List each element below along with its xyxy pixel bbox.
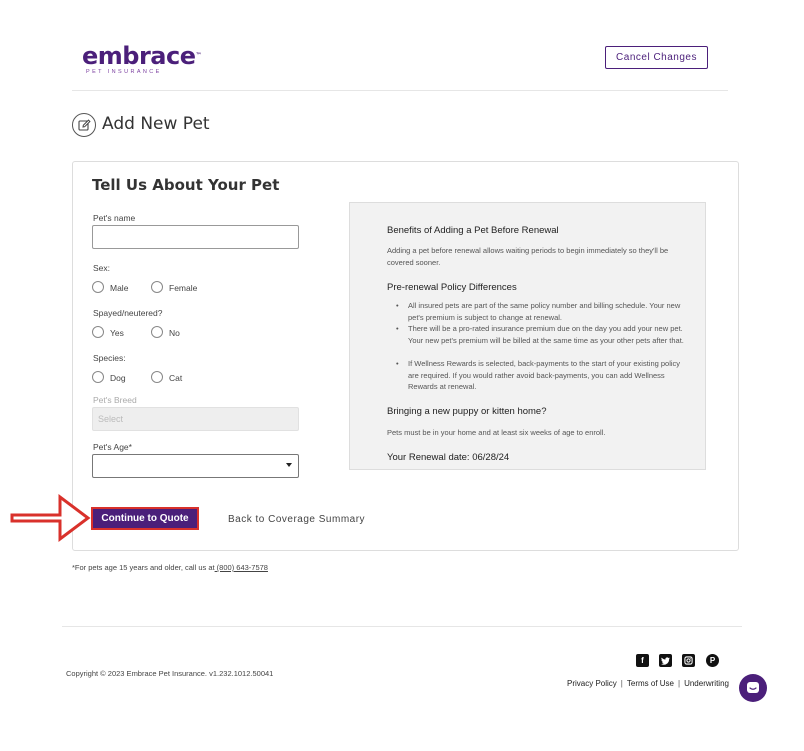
sex-female-radio[interactable]: [151, 281, 163, 293]
info-bullet: • There will be a pro-rated insurance pr…: [396, 323, 690, 346]
back-to-coverage-summary-link[interactable]: Back to Coverage Summary: [228, 514, 365, 525]
breed-label: Pet's Breed: [93, 395, 137, 405]
twitter-icon[interactable]: [659, 654, 672, 667]
edit-icon: [72, 113, 96, 137]
info-heading-differences: Pre-renewal Policy Differences: [387, 282, 517, 293]
copyright-text: Copyright © 2023 Embrace Pet Insurance. …: [66, 669, 274, 678]
header-divider: [72, 90, 728, 91]
footnote-text: *For pets age 15 years and older, call u…: [72, 563, 215, 572]
sex-male-radio[interactable]: [92, 281, 104, 293]
caret-down-icon: [286, 463, 292, 467]
age-select[interactable]: [92, 454, 299, 478]
info-heading-benefits: Benefits of Adding a Pet Before Renewal: [387, 225, 559, 236]
footer-links: Privacy Policy | Terms of Use | Underwriting: [567, 679, 729, 688]
embrace-logo[interactable]: embrace™ PET INSURANCE: [82, 44, 201, 75]
spayed-label: Spayed/neutered?: [93, 308, 163, 318]
pet-name-input[interactable]: [92, 225, 299, 249]
info-benefits-text: Adding a pet before renewal allows waiti…: [387, 246, 669, 267]
annotation-arrow-icon: [10, 494, 91, 542]
facebook-icon[interactable]: f: [636, 654, 649, 667]
species-dog-label[interactable]: Dog: [110, 373, 126, 383]
bullet-dot: •: [396, 301, 399, 310]
info-bullet: • If Wellness Rewards is selected, back-…: [396, 358, 690, 393]
age-footnote: *For pets age 15 years and older, call u…: [72, 563, 268, 572]
info-bullet: • All insured pets are part of the same …: [396, 300, 690, 323]
bullet-dot: •: [396, 359, 399, 368]
spayed-yes-radio[interactable]: [92, 326, 104, 338]
sex-female-label[interactable]: Female: [169, 283, 197, 293]
footer-separator: |: [620, 679, 623, 688]
info-heading-new-pet: Bringing a new puppy or kitten home?: [387, 406, 547, 417]
underwriting-link[interactable]: Underwriting: [684, 679, 729, 688]
renewal-date: Your Renewal date: 06/28/24: [387, 452, 510, 463]
logo-trademark: ™: [195, 52, 202, 59]
footer-divider: [62, 626, 742, 627]
form-title: Tell Us About Your Pet: [92, 176, 280, 194]
sex-label: Sex:: [93, 263, 111, 273]
age-label: Pet's Age*: [93, 442, 132, 452]
cancel-changes-button[interactable]: Cancel Changes: [605, 46, 708, 69]
species-cat-radio[interactable]: [151, 371, 163, 383]
page-title: Add New Pet: [102, 114, 210, 134]
info-bullet-text: If Wellness Rewards is selected, back-pa…: [408, 359, 681, 391]
breed-select[interactable]: Select: [92, 407, 299, 431]
info-bullet-text: There will be a pro-rated insurance prem…: [408, 324, 684, 345]
privacy-policy-link[interactable]: Privacy Policy: [567, 679, 617, 688]
species-cat-label[interactable]: Cat: [169, 373, 182, 383]
species-dog-radio[interactable]: [92, 371, 104, 383]
bullet-dot: •: [396, 324, 399, 333]
chat-launcher-button[interactable]: [739, 674, 767, 702]
spayed-no-label[interactable]: No: [169, 328, 180, 338]
footer-separator: |: [678, 679, 681, 688]
terms-of-use-link[interactable]: Terms of Use: [627, 679, 674, 688]
species-label: Species:: [93, 353, 126, 363]
spayed-no-radio[interactable]: [151, 326, 163, 338]
pinterest-icon[interactable]: P: [706, 654, 719, 667]
instagram-icon[interactable]: [682, 654, 695, 667]
spayed-yes-label[interactable]: Yes: [110, 328, 124, 338]
pet-name-label: Pet's name: [93, 213, 136, 223]
info-new-pet-text: Pets must be in your home and at least s…: [387, 428, 606, 437]
sex-male-label[interactable]: Male: [110, 283, 128, 293]
phone-link[interactable]: (800) 643-7578: [215, 563, 268, 572]
info-bullet-text: All insured pets are part of the same po…: [408, 301, 681, 322]
chat-icon: [747, 682, 759, 693]
logo-wordmark: embrace: [82, 42, 196, 70]
continue-to-quote-button[interactable]: Continue to Quote: [91, 507, 199, 530]
